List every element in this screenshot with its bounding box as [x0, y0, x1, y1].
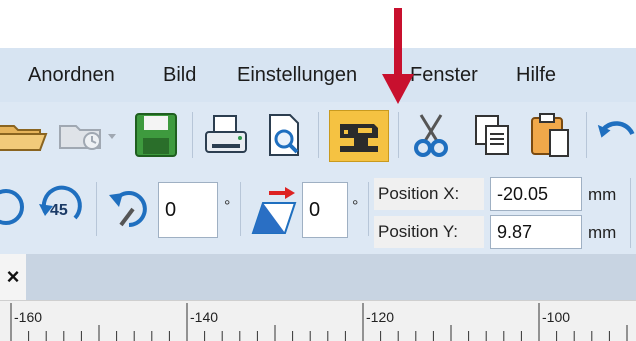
ruler-label: -120 [366, 309, 395, 325]
toolbar-separator [192, 112, 193, 158]
skew-icon[interactable] [248, 182, 300, 236]
copy-icon[interactable] [470, 110, 514, 160]
toolbar-separator [318, 112, 319, 158]
sewing-machine-icon [340, 124, 378, 152]
menu-fenster[interactable]: Fenster [410, 64, 478, 87]
tab-close-button[interactable]: × [0, 254, 26, 300]
free-rotate-icon[interactable] [104, 184, 154, 232]
position-x-input[interactable]: -20.05 [490, 177, 582, 211]
horizontal-ruler: -160 -140 -120 -100 [0, 300, 636, 341]
ruler-label: -140 [190, 309, 219, 325]
rotation-angle-input[interactable]: 0 [158, 182, 218, 238]
rotation-degree-unit: ° [224, 198, 231, 215]
document-tab-strip [0, 254, 636, 300]
toolbar-separator [398, 112, 399, 158]
skew-degree-unit: ° [352, 198, 359, 215]
print-preview-icon[interactable] [262, 110, 306, 160]
recent-files-icon[interactable] [56, 112, 120, 156]
open-folder-icon[interactable] [0, 112, 48, 156]
position-x-label: Position X: [374, 178, 484, 210]
undo-icon[interactable] [596, 112, 636, 156]
print-icon[interactable] [202, 110, 250, 160]
position-x-unit: mm [588, 185, 617, 204]
menu-bild[interactable]: Bild [163, 64, 196, 87]
cut-icon[interactable] [408, 110, 454, 160]
menu-bar: Anordnen Bild Einstellungen Fenster Hilf… [0, 48, 636, 102]
ruler-ticks [10, 303, 628, 341]
toolbar-separator [240, 182, 241, 236]
menu-hilfe[interactable]: Hilfe [516, 64, 556, 87]
toolbar-separator [368, 182, 369, 236]
menu-anordnen[interactable]: Anordnen [28, 64, 115, 87]
paste-icon[interactable] [526, 110, 576, 160]
position-y-unit: mm [588, 223, 617, 242]
send-to-machine-button[interactable] [329, 110, 389, 162]
main-toolbar [0, 102, 636, 168]
toolbar-separator [586, 112, 587, 158]
toolbar-separator [630, 178, 631, 248]
rotate-45-button[interactable]: 45 [34, 182, 88, 232]
position-y-input[interactable]: 9.87 [490, 215, 582, 249]
save-icon[interactable] [132, 110, 180, 160]
rotate-icon[interactable] [0, 184, 28, 230]
ruler-label: -160 [14, 309, 43, 325]
menu-einstellungen[interactable]: Einstellungen [237, 64, 357, 87]
toolbar-separator [96, 182, 97, 236]
skew-angle-input[interactable]: 0 [302, 182, 348, 238]
ruler-label: -100 [542, 309, 571, 325]
position-y-label: Position Y: [374, 216, 484, 248]
transform-toolbar: 45 0 ° 0 ° Position X: -20.05 mm Positio… [0, 168, 636, 254]
annotation-arrow [382, 8, 414, 104]
rotate-45-label: 45 [50, 202, 68, 219]
